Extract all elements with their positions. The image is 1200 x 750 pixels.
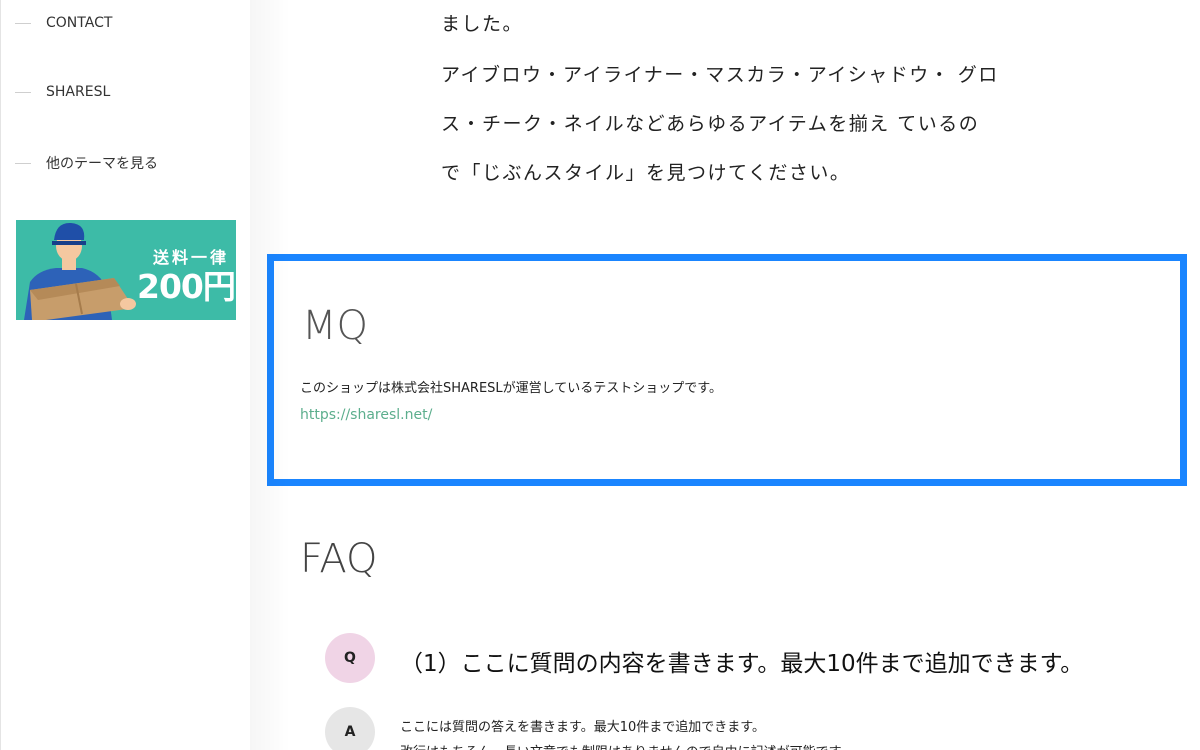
page: CONTACT SHARESL 他のテーマを見る 送料一律 200円 ました。 … [0, 0, 1200, 750]
mq-section-highlight: MQ このショップは株式会社SHARESLが運営しているテストショップです。 h… [267, 254, 1187, 486]
mq-description: このショップは株式会社SHARESLが運営しているテストショップです。 [300, 381, 722, 396]
sidebar-shadow [250, 0, 290, 750]
sidebar-item-label: 他のテーマを見る [46, 156, 158, 172]
nav-dash-icon [15, 22, 31, 24]
faq-answer-continued: 改行はもちろん、長い文章でも制限はありませんので自由に記述が可能です。 [400, 741, 853, 750]
sidebar-item-label: CONTACT [46, 15, 113, 31]
banner-text-price: 200円 [137, 267, 236, 306]
sidebar-item-contact[interactable]: CONTACT [15, 15, 112, 31]
nav-dash-icon [15, 91, 31, 93]
intro-text-line: アイブロウ・アイライナー・マスカラ・アイシャドウ・ グロ [441, 64, 999, 86]
delivery-person-icon [24, 222, 136, 320]
shipping-promo-banner[interactable]: 送料一律 200円 [16, 220, 236, 320]
question-badge: Q [325, 633, 375, 683]
answer-badge: A [325, 707, 375, 750]
sidebar-item-label: SHARESL [46, 84, 111, 100]
intro-text-line: ました。 [441, 13, 524, 35]
nav-dash-icon [15, 162, 31, 164]
sidebar-item-sharesl[interactable]: SHARESL [15, 84, 110, 100]
mq-title: MQ [302, 303, 368, 349]
intro-text-line: ス・チーク・ネイルなどあらゆるアイテムを揃え ているの [441, 113, 980, 135]
sidebar-item-other-themes[interactable]: 他のテーマを見る [15, 153, 158, 173]
sharesl-link[interactable]: https://sharesl.net/ [300, 407, 432, 423]
faq-question[interactable]: （1）ここに質問の内容を書きます。最大10件まで追加できます。 [400, 644, 1083, 678]
faq-answer: ここには質問の答えを書きます。最大10件まで追加できます。 [400, 720, 765, 735]
intro-text-line: で「じぶんスタイル」を見つけてください。 [441, 162, 851, 184]
faq-title: FAQ [300, 536, 378, 582]
sidebar: CONTACT SHARESL 他のテーマを見る 送料一律 200円 [0, 0, 250, 750]
